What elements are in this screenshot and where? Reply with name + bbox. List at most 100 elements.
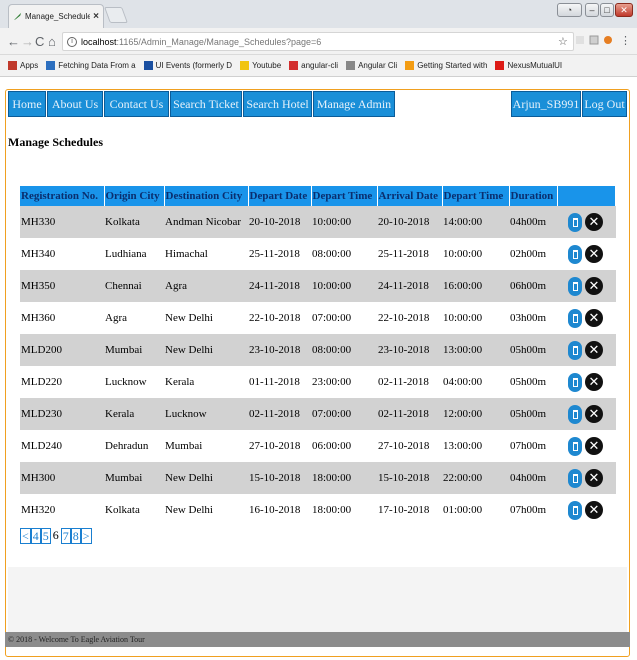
trash-icon[interactable] [568,372,582,392]
trash-icon[interactable] [568,244,582,264]
table-cell: 15-10-2018 [377,462,442,494]
nav-about[interactable]: About Us [47,91,103,117]
bookmark-label: angular-cli [301,61,339,70]
table-cell: 24-11-2018 [248,270,311,302]
table-cell: Kolkata [104,494,164,526]
cancel-icon[interactable]: ✕ [585,213,603,231]
trash-icon[interactable] [568,500,582,520]
pager-page[interactable]: 8 [70,528,81,544]
bookmark-item[interactable]: Angular Cli [346,61,397,70]
extension-icon[interactable] [575,35,585,45]
column-header: Depart Time [442,186,510,206]
cancel-icon[interactable]: ✕ [585,309,603,327]
cancel-icon[interactable]: ✕ [585,405,603,423]
table-cell: 23-10-2018 [377,334,442,366]
table-cell: Mumbai [164,430,248,462]
cancel-icon[interactable]: ✕ [585,341,603,359]
bookmark-item[interactable]: Youtube [240,61,281,70]
extension-icon[interactable] [589,35,599,45]
trash-icon[interactable] [568,340,582,360]
table-cell: New Delhi [164,302,248,334]
table-cell: Agra [164,270,248,302]
table-cell: 08:00:00 [311,238,377,270]
table-cell: 07h00m [509,430,557,462]
table-cell: 16:00:00 [442,270,509,302]
bookmark-item[interactable]: Apps [8,61,38,70]
pager-page[interactable]: 4 [30,528,41,544]
actions-group: ✕ [558,308,616,328]
bookmark-item[interactable]: NexusMutualUI [495,61,562,70]
cancel-icon[interactable]: ✕ [585,245,603,263]
row-actions: ✕ [557,430,616,462]
cancel-icon[interactable]: ✕ [585,437,603,455]
table-cell: MH320 [20,494,104,526]
actions-group: ✕ [558,244,616,264]
new-tab-button[interactable] [104,7,128,23]
table-cell: 04:00:00 [442,366,509,398]
bookmark-item[interactable]: Fetching Data From a [46,61,136,70]
nav-search-ticket[interactable]: Search Ticket [170,91,242,117]
trash-icon[interactable] [568,308,582,328]
bookmark-item[interactable]: UI Events (formerly D [143,61,232,70]
cancel-icon[interactable]: ✕ [585,469,603,487]
bookmark-item[interactable]: angular-cli [289,61,338,70]
forward-icon[interactable]: → [21,34,34,49]
nav-home[interactable]: Home [8,91,46,117]
table-cell: 15-10-2018 [248,462,311,494]
table-cell: Agra [104,302,164,334]
row-actions: ✕ [557,462,616,494]
reload-icon[interactable]: C [35,34,44,49]
page-icon [46,61,56,70]
profile-button[interactable]: ◔ [557,3,582,17]
close-tab-icon[interactable]: × [93,11,99,22]
maximize-button[interactable]: □ [600,3,614,17]
nav-contact[interactable]: Contact Us [104,91,169,117]
address-bar: ← → C ⌂ i localhost:1165/Admin_Manage/Ma… [0,28,637,55]
table-cell: 07h00m [509,494,557,526]
trash-icon[interactable] [568,436,582,456]
table-cell: New Delhi [164,462,248,494]
browser-tabbar: Manage_Schedules - My × ◔ – □ ✕ [0,0,637,28]
url-input[interactable]: i localhost:1165/Admin_Manage/Manage_Sch… [62,32,574,51]
browser-tab[interactable]: Manage_Schedules - My × [8,4,104,28]
trash-icon[interactable] [568,212,582,232]
table-cell: New Delhi [164,494,248,526]
pager-page[interactable]: 5 [40,528,51,544]
nav-logout[interactable]: Log Out [582,91,627,117]
minimize-button[interactable]: – [585,3,599,17]
footer: © 2018 - Welcome To Eagle Aviation Tour [5,632,630,647]
table-cell: 23-10-2018 [248,334,311,366]
table-cell: 25-11-2018 [377,238,442,270]
table-row: MLD200 Mumbai New Delhi 23-10-2018 08:00:00 2… [20,334,616,366]
table-cell: 27-10-2018 [248,430,311,462]
page: Home About Us Contact Us Search Ticket S… [0,77,637,660]
cancel-icon[interactable]: ✕ [585,373,603,391]
trash-icon[interactable] [568,276,582,296]
table-cell: Lucknow [104,366,164,398]
table-cell: 22-10-2018 [248,302,311,334]
table-cell: MH360 [20,302,104,334]
nav-user[interactable]: Arjun_SB991 [511,91,581,117]
table-cell: 22:00:00 [442,462,509,494]
bookmark-star-icon[interactable]: ☆ [558,35,568,48]
pager-next[interactable]: > [80,528,92,544]
cancel-icon[interactable]: ✕ [585,277,603,295]
info-icon[interactable]: i [67,36,77,47]
home-icon[interactable]: ⌂ [48,34,56,49]
close-window-button[interactable]: ✕ [615,3,633,17]
bookmark-item[interactable]: Getting Started with [405,61,487,70]
pager-page[interactable]: 7 [60,528,71,544]
extension-icon[interactable] [603,35,613,45]
nav-search-hotel[interactable]: Search Hotel [243,91,312,117]
pager-prev[interactable]: < [20,528,31,544]
menu-icon[interactable]: ⋮ [620,34,631,47]
trash-icon[interactable] [568,404,582,424]
actions-group: ✕ [558,340,616,360]
table-cell: 18:00:00 [311,462,377,494]
cancel-icon[interactable]: ✕ [585,501,603,519]
table-row: MH360 Agra New Delhi 22-10-2018 07:00:00 22-1… [20,302,616,334]
trash-icon[interactable] [568,468,582,488]
nav-manage-admin[interactable]: Manage Admin [313,91,395,117]
table-cell: 02-11-2018 [377,366,442,398]
back-icon[interactable]: ← [7,34,20,49]
